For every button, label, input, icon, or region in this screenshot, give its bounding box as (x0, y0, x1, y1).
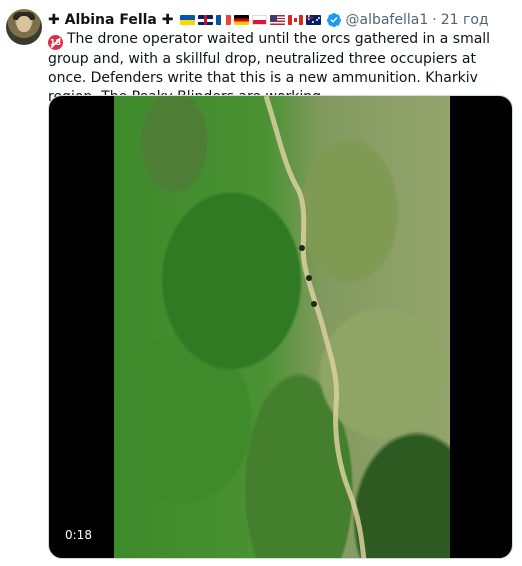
separator-dot: · (432, 12, 437, 28)
video-duration: 0:18 (61, 526, 96, 544)
flag-canada-icon (287, 15, 303, 25)
drone-footage-trail (263, 96, 367, 558)
flag-australia-icon (305, 15, 321, 25)
flag-germany-icon (233, 15, 249, 25)
author-handle[interactable]: @albafella1 (346, 12, 429, 28)
no-under-18-icon: 18 (48, 35, 63, 50)
avatar[interactable] (6, 9, 42, 45)
flag-france-icon (215, 15, 231, 25)
timestamp[interactable]: 21 год (441, 12, 489, 28)
tweet-text-body: The drone operator waited until the orcs… (48, 31, 491, 105)
video-thumbnail (114, 96, 450, 558)
flag-poland-icon (251, 15, 267, 25)
verified-badge-icon (326, 13, 341, 28)
author-name[interactable]: ✚ Albina Fella ✚ (48, 12, 174, 28)
avatar-face (17, 16, 31, 32)
tweet-header: ✚ Albina Fella ✚ @albafella1 · 21 год (48, 10, 512, 30)
flag-ukraine-icon (179, 15, 195, 25)
flag-usa-icon (269, 15, 285, 25)
flag-uk-icon (197, 15, 213, 25)
tweet[interactable]: ✚ Albina Fella ✚ @albafella1 · 21 год 18… (0, 0, 522, 566)
flag-list (179, 15, 321, 25)
video-player[interactable]: 0:18 (48, 95, 513, 559)
